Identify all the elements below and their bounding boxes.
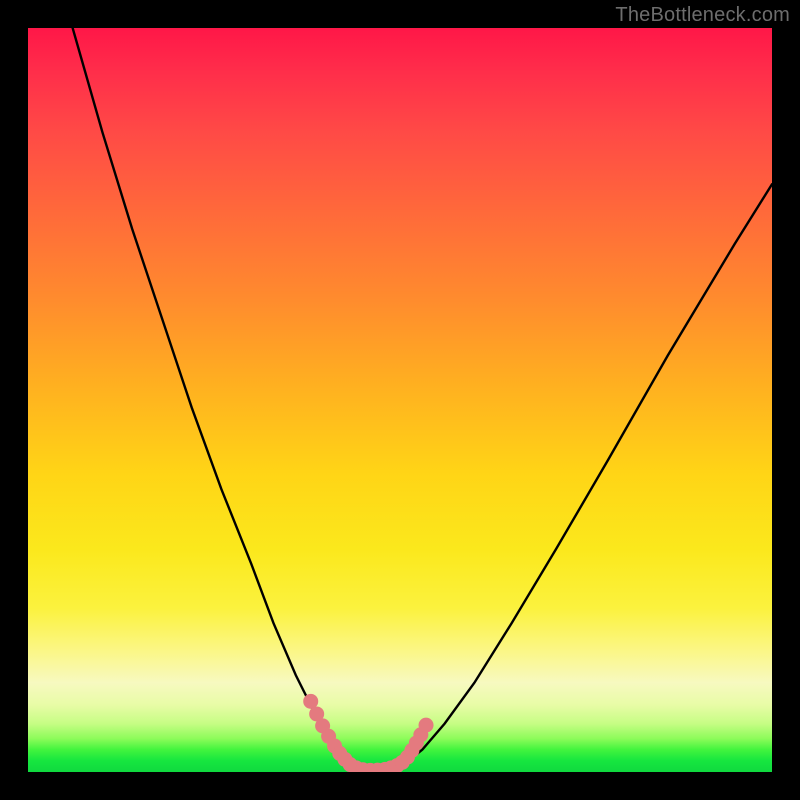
bottleneck-curve xyxy=(73,28,772,771)
marker-dot xyxy=(419,718,434,733)
watermark-text: TheBottleneck.com xyxy=(615,4,790,27)
marker-group xyxy=(303,694,433,772)
plot-area xyxy=(28,28,772,772)
chart-frame: TheBottleneck.com xyxy=(0,0,800,800)
curve-layer xyxy=(28,28,772,772)
